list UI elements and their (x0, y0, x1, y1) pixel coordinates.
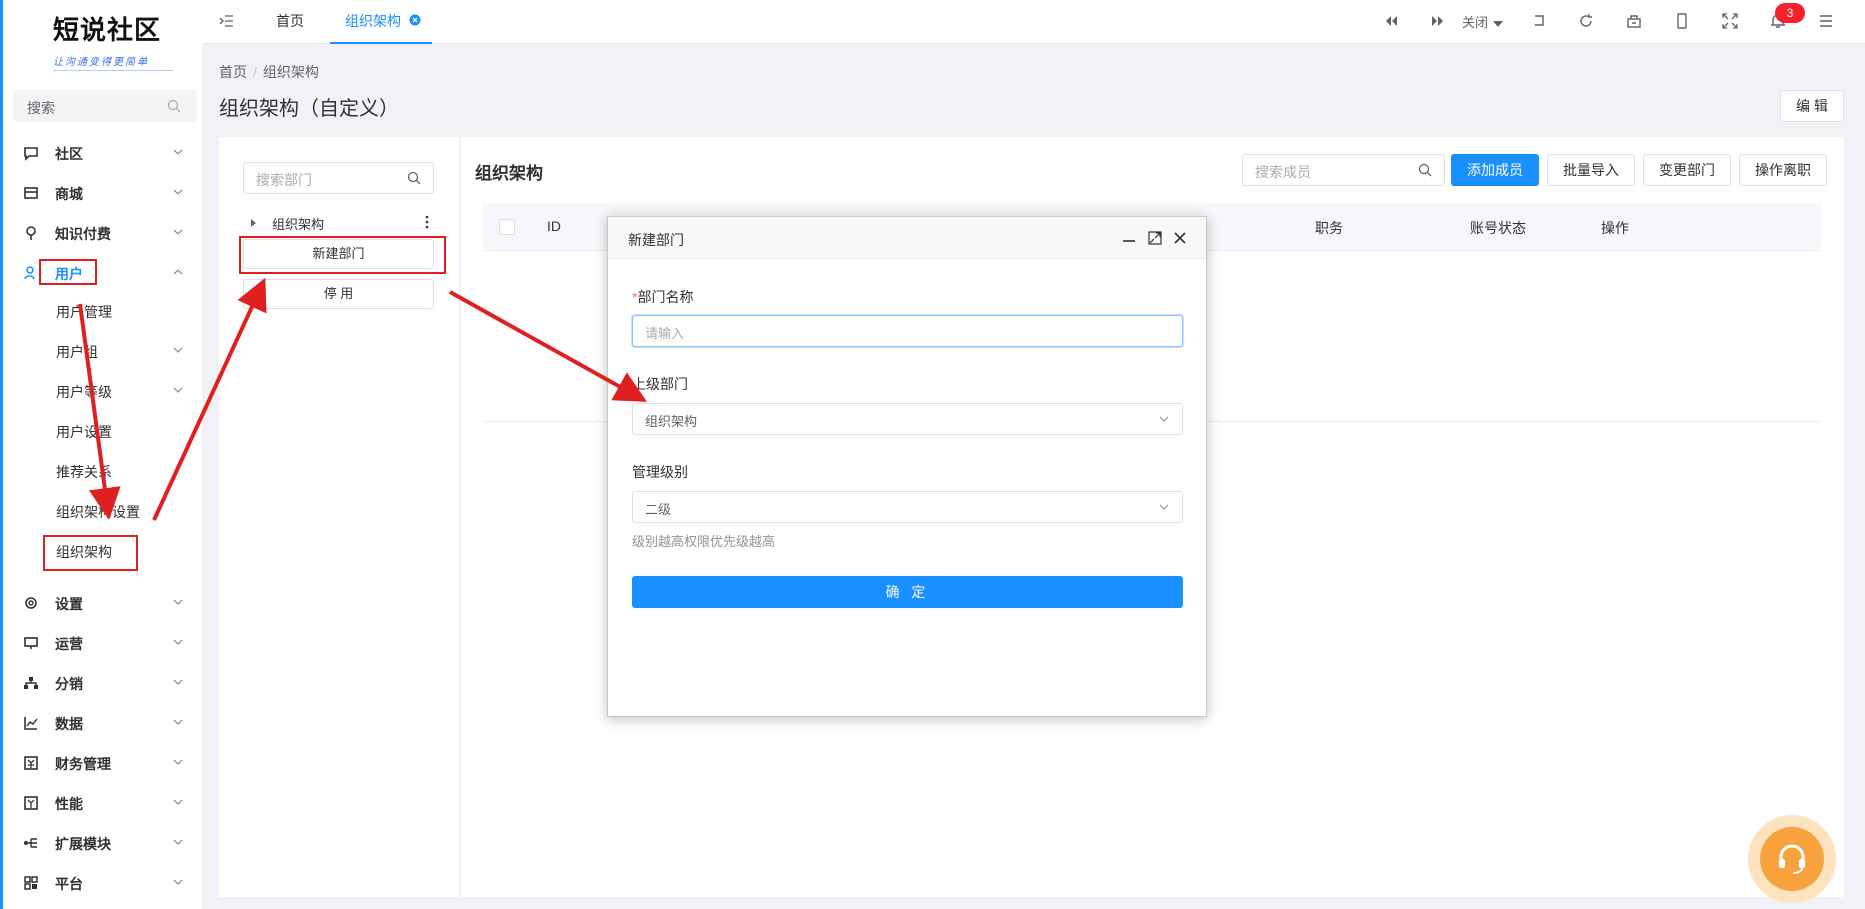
annotation-arrow-3 (449, 290, 647, 402)
annotation-arrow-1 (78, 303, 121, 520)
headset-icon (1760, 827, 1824, 891)
customer-service-button[interactable] (1748, 815, 1836, 903)
annotation-arrows (78, 277, 647, 521)
annotation-arrow-2 (152, 277, 267, 521)
